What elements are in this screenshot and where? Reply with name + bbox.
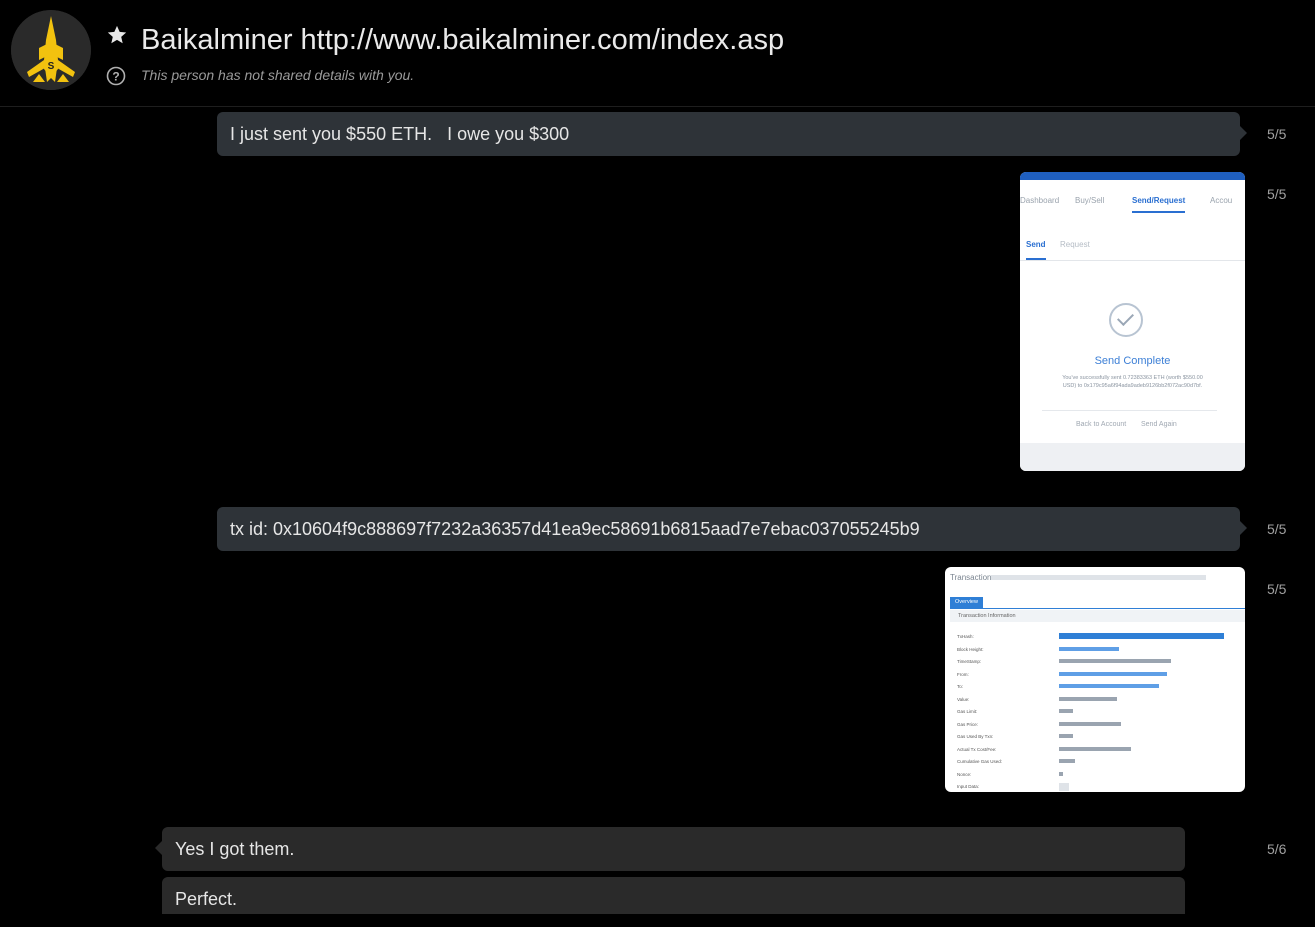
message-bubble-sent[interactable]: tx id: 0x10604f9c888697f7232a36357d41ea9… [217,507,1247,551]
tab-send: Send [1026,240,1046,260]
tx-field-value [1059,672,1167,676]
bubble-tail [1240,126,1247,140]
message-timestamp: 5/6 [1267,841,1287,857]
divider [1042,410,1217,411]
conversation-header: S Baikalminer http://www.baikalminer.com… [0,0,1315,107]
message-bubble-sent[interactable]: I just sent you $550 ETH. I owe you $300 [217,112,1247,156]
tx-field-label: Gas Limit: [957,709,978,714]
tx-field-value [1059,747,1131,751]
star-icon[interactable] [106,24,128,46]
screenshot-topbar [1020,172,1245,180]
message-text: tx id: 0x10604f9c888697f7232a36357d41ea9… [230,518,920,539]
message-timestamp: 5/5 [1267,186,1287,202]
contact-title: Baikalminer http://www.baikalminer.com/i… [141,24,785,56]
message-text: I just sent you $550 ETH. I owe you $300 [230,123,570,144]
tx-field-value [1059,659,1171,663]
send-complete-detail: USD) to 0x179c95a6f94ada9adeb9126bb2f072… [1062,383,1203,389]
tx-field-label: Input Data: [957,784,980,789]
tx-field-label: TxHash: [957,634,974,639]
tx-field-value [1059,759,1075,763]
contact-avatar[interactable]: S [11,10,91,90]
tx-field-value [1059,734,1073,738]
message-text: Yes I got them. [175,838,295,859]
tx-field-value [1059,783,1069,791]
tx-field-value [1059,647,1119,651]
message-text: Perfect. [175,889,238,909]
tab-request: Request [1060,240,1090,249]
tab-underline [950,608,1245,609]
bubble-tail [1240,521,1247,535]
screenshot-footer [1020,443,1245,471]
transaction-screenshot[interactable]: Transaction Overview Transaction Informa… [945,567,1245,792]
nav-item: Dashboard [1020,196,1060,205]
contact-details-note: This person has not shared details with … [141,67,415,83]
nav-item: Accou [1210,196,1233,205]
message-timestamp: 5/5 [1267,521,1287,537]
back-to-account-link: Back to Account [1076,421,1127,428]
question-circle-icon[interactable]: ? [106,66,126,86]
nav-item-active: Send/Request [1132,196,1186,213]
message-timestamp: 5/5 [1267,126,1287,142]
tx-field-label: Cumulative Gas Used: [957,759,1003,764]
transaction-hash-bar [991,575,1206,580]
check-circle-icon [1109,303,1143,337]
tx-field-label: Value: [957,697,970,702]
send-complete-heading: Send Complete [1094,355,1171,367]
tx-field-label: Gas Price: [957,722,979,727]
overview-tab: Overview [950,597,983,608]
send-complete-screenshot[interactable]: Dashboard Buy/Sell Send/Request Accou Se… [1020,172,1245,471]
screenshot-tabs: Send Request [1020,234,1245,261]
tx-field-value [1059,633,1224,639]
svg-text:S: S [48,61,55,72]
transaction-info-section: Transaction Information [950,610,1245,622]
tx-field-value [1059,684,1159,688]
svg-text:?: ? [112,70,119,84]
message-bubble-received[interactable]: Yes I got them. [155,827,1185,871]
send-again-link: Send Again [1141,421,1177,428]
send-complete-detail: You've successfully sent 0.72383363 ETH … [1062,375,1203,381]
nav-item: Buy/Sell [1075,196,1105,205]
tx-field-value [1059,772,1063,776]
tx-field-label: TimeStamp: [957,659,982,664]
tx-field-label: Block Height: [957,647,984,652]
tx-field-label: Gas Used By Txn: [957,734,994,739]
transaction-heading: Transaction [950,573,992,582]
tx-field-label: To: [957,684,964,689]
tx-field-label: Nonce: [957,772,972,777]
bubble-tail [155,841,162,855]
tx-field-value [1059,709,1073,713]
tx-field-value [1059,697,1117,701]
tx-field-label: From: [957,672,969,677]
tx-field-label: Actual Tx Cost/Fee: [957,747,997,752]
tx-field-value [1059,722,1121,726]
message-bubble-received[interactable]: Perfect. [162,877,1185,914]
baikalminer-logo-icon: S [11,10,91,90]
screenshot-nav: Dashboard Buy/Sell Send/Request Accou [1020,194,1245,213]
message-timestamp: 5/5 [1267,581,1287,597]
